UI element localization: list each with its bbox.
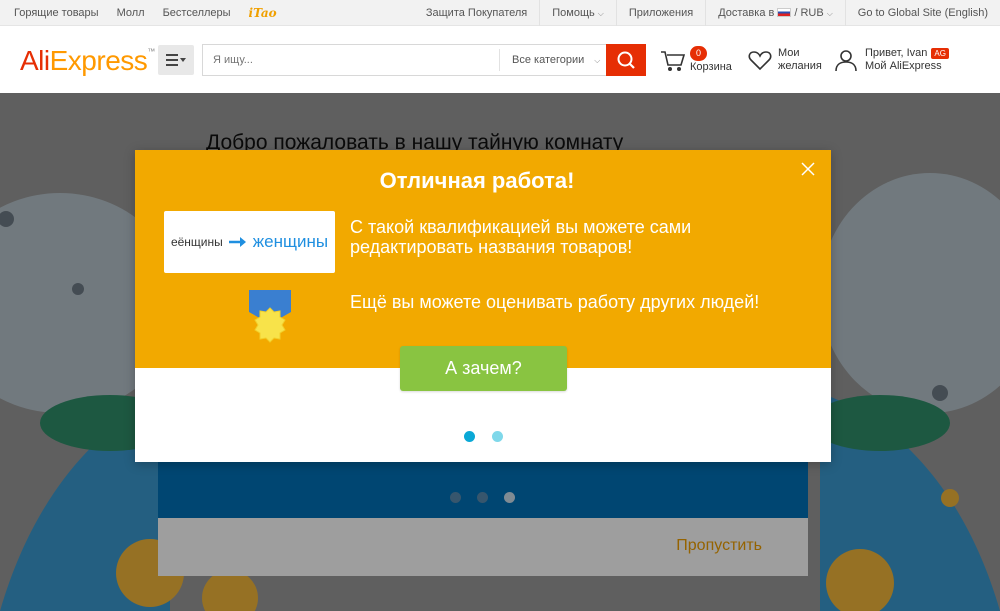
search-bar: Все категории ⌵ — [202, 44, 646, 76]
wishlist-text: Мои желания — [778, 47, 822, 73]
chevron-down-icon: ⌵ — [826, 9, 833, 18]
bestsellers-link[interactable]: Бестселлеры — [163, 7, 231, 20]
why-button[interactable]: А зачем? — [400, 346, 567, 391]
header: AliExpress™ Все категории ⌵ 0 Корзина Мои… — [0, 27, 1000, 93]
delivery-menu[interactable]: Доставка в / RUB ⌵ — [705, 0, 845, 26]
search-input[interactable] — [203, 45, 499, 75]
modal-text-rate-others: Ещё вы можете оценивать работу других лю… — [350, 292, 760, 312]
modal-text-edit-titles: С такой квалификацией вы можете сами ред… — [350, 217, 692, 257]
modal-title: Отличная работа! — [379, 168, 575, 193]
menu-icon — [166, 54, 186, 66]
modal-dot-active[interactable] — [464, 431, 475, 442]
chevron-down-icon: ⌵ — [597, 9, 604, 18]
arrow-right-icon — [228, 237, 246, 247]
apps-link[interactable]: Приложения — [615, 0, 705, 26]
chevron-down-icon: ⌵ — [594, 56, 601, 65]
mall-link[interactable]: Молл — [117, 7, 145, 20]
example-new-title: женщины — [252, 232, 329, 251]
search-category-label: Все категории — [512, 54, 585, 66]
heart-icon — [748, 51, 772, 71]
help-label: Помощь — [552, 7, 595, 19]
cart-label: Корзина — [690, 61, 732, 73]
hot-products-link[interactable]: Горящие товары — [14, 7, 99, 20]
categories-menu-button[interactable] — [158, 45, 194, 75]
logo-part-express: Express — [49, 45, 148, 76]
search-icon — [617, 51, 635, 69]
title-edit-example: еёнщины женщины — [164, 211, 335, 273]
delivery-label: Доставка в — [718, 7, 775, 19]
cart-icon — [661, 50, 686, 71]
modal-pagination-dots — [464, 431, 503, 442]
user-icon — [835, 50, 857, 72]
aliexpress-logo[interactable]: AliExpress™ — [20, 45, 155, 77]
help-menu[interactable]: Помощь ⌵ — [539, 0, 616, 26]
itao-logo[interactable]: iTao — [249, 6, 277, 20]
account-name: Привет, Ivan — [865, 47, 928, 59]
my-aliexpress-link: Мой AliExpress — [865, 60, 942, 72]
logo-part-ali: Ali — [20, 45, 50, 76]
account-level-badge: AG — [931, 48, 949, 59]
wishlist-line1: Мои — [778, 47, 800, 59]
onboarding-modal: Отличная работа! еёнщины женщины С такой… — [135, 150, 831, 462]
account-greeting: Привет, Ivan AG — [865, 47, 949, 60]
wishlist-line2: желания — [778, 60, 822, 72]
logo-tm: ™ — [147, 47, 155, 56]
close-button[interactable] — [799, 160, 817, 178]
medal-icon — [249, 290, 291, 343]
modal-dot[interactable] — [492, 431, 503, 442]
example-old-title: еёнщины — [170, 235, 223, 249]
buyer-protection-link[interactable]: Защита Покупателя — [414, 0, 539, 26]
cart-button[interactable]: 0 Корзина — [660, 46, 732, 74]
cart-count-badge: 0 — [690, 46, 708, 61]
russia-flag-icon — [777, 8, 792, 17]
account-text: Привет, Ivan AG Мой AliExpress — [865, 47, 949, 73]
top-bar: Горящие товары Молл Бестселлеры iTao Защ… — [0, 0, 1000, 26]
search-category-select[interactable]: Все категории ⌵ — [499, 49, 609, 71]
global-site-link[interactable]: Go to Global Site (English) — [844, 0, 1000, 26]
currency-label: / RUB — [794, 7, 824, 19]
close-icon — [801, 162, 815, 176]
wishlist-button[interactable]: Мои желания — [748, 47, 822, 73]
search-button[interactable] — [606, 44, 646, 76]
account-button[interactable]: Привет, Ivan AG Мой AliExpress — [834, 47, 949, 73]
